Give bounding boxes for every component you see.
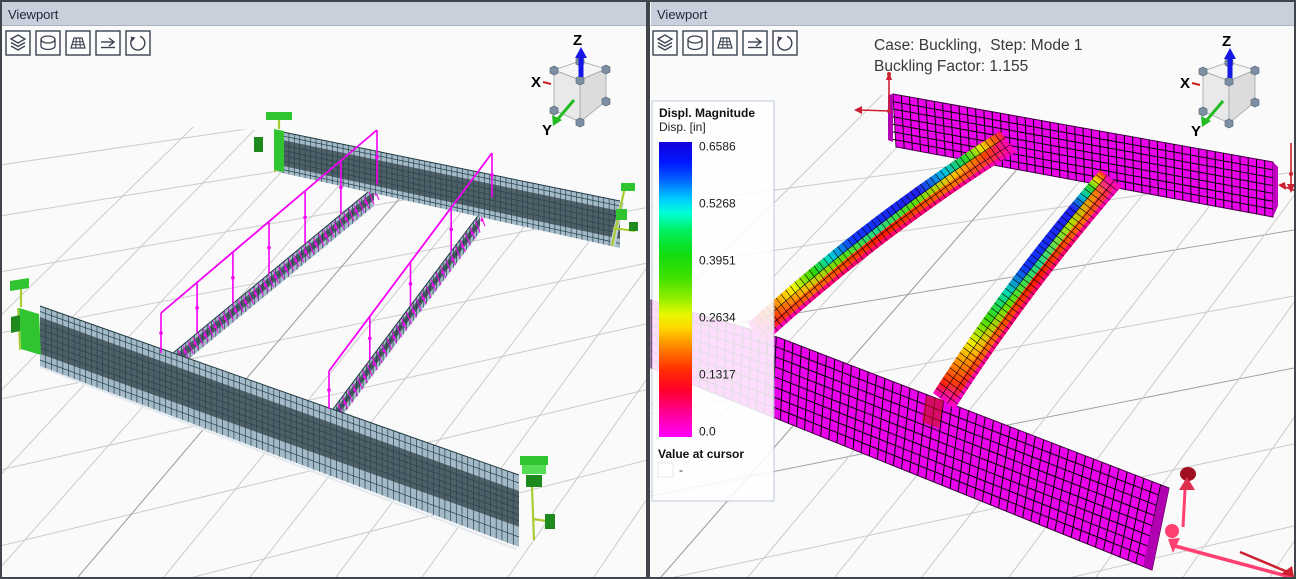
svg-text:Value at cursor: Value at cursor	[658, 447, 744, 461]
svg-text:Y: Y	[1191, 123, 1201, 140]
svg-text:X: X	[531, 74, 541, 91]
svg-text:0.5268: 0.5268	[699, 197, 736, 211]
svg-text:Z: Z	[1222, 33, 1231, 50]
svg-text:Disp. [in]: Disp. [in]	[659, 120, 706, 134]
svg-text:0.2634: 0.2634	[699, 311, 736, 325]
svg-text:Displ. Magnitude: Displ. Magnitude	[659, 106, 755, 120]
svg-text:-: -	[679, 463, 683, 477]
svg-text:Viewport: Viewport	[8, 7, 59, 22]
svg-text:0.3951: 0.3951	[699, 254, 736, 268]
svg-text:Y: Y	[542, 122, 552, 139]
svg-text:0.1317: 0.1317	[699, 368, 736, 382]
svg-text:Viewport: Viewport	[657, 7, 708, 22]
svg-text:Buckling Factor: 1.155: Buckling Factor: 1.155	[874, 58, 1028, 75]
svg-text:X: X	[1180, 75, 1190, 92]
svg-text:Case: Buckling, Step: Mode 1: Case: Buckling, Step: Mode 1	[874, 37, 1083, 54]
svg-text:Z: Z	[573, 32, 582, 49]
svg-text:0.0: 0.0	[699, 425, 716, 439]
svg-text:0.6586: 0.6586	[699, 140, 736, 154]
